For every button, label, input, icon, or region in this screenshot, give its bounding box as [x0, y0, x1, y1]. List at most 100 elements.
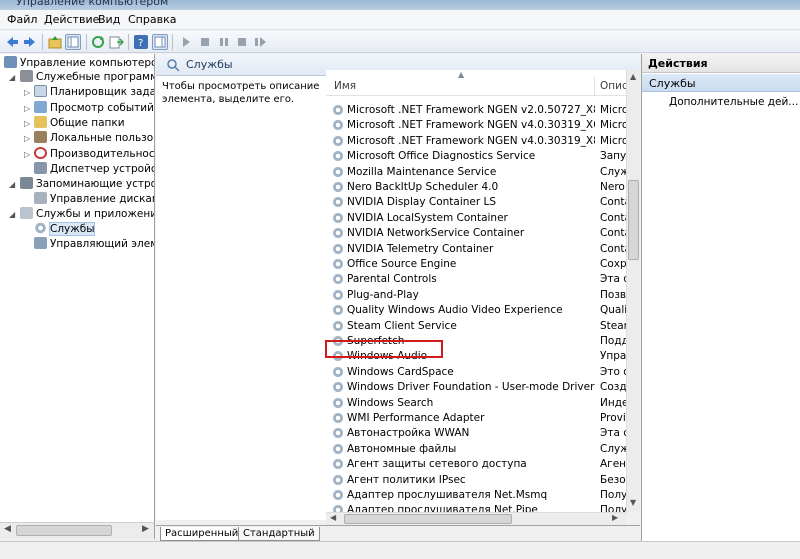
list-header: ▲ Имя Опис [326, 70, 626, 96]
tree-horizontal-scrollbar[interactable]: ◀ ▶ [0, 522, 155, 539]
tree-item-wmi[interactable]: Управляющий элемен [34, 237, 154, 252]
gear-icon [332, 381, 344, 394]
services-pane-title: Службы [186, 58, 233, 71]
restart-service-icon[interactable] [252, 34, 268, 50]
collapse-icon[interactable]: ◢ [9, 180, 15, 189]
menu-file[interactable]: Файл [7, 13, 37, 26]
title-bar: Управление компьютером [0, 0, 800, 10]
list-vscroll-thumb[interactable] [628, 180, 639, 260]
pause-service-icon[interactable] [216, 34, 232, 50]
service-row[interactable]: WMI Performance Adapter Provi [326, 411, 626, 426]
service-row[interactable]: Автонастройка WWAN Эта с [326, 426, 626, 441]
tree-item-scheduler[interactable]: Планировщик заданий [34, 85, 154, 100]
list-horizontal-scrollbar[interactable]: ◀ ▶ [326, 512, 626, 525]
start-service-icon[interactable] [178, 34, 194, 50]
service-row[interactable]: Steam Client Service Steam [326, 319, 626, 334]
service-name: Агент политики IPsec [347, 473, 466, 486]
forward-icon[interactable] [22, 34, 38, 50]
scroll-right-icon[interactable]: ▶ [612, 513, 618, 522]
menu-action[interactable]: Действие [44, 13, 99, 26]
tree-item-device-manager[interactable]: Диспетчер устройств [34, 162, 154, 177]
service-row[interactable]: Windows Search Инде [326, 396, 626, 411]
service-row[interactable]: Адаптер прослушивателя Net.Msmq Полу [326, 488, 626, 503]
service-row[interactable]: Автономные файлы Служ [326, 442, 626, 457]
column-header-name[interactable]: Имя [334, 80, 356, 92]
tree-item-disk-management[interactable]: Управление дисками [34, 192, 154, 207]
scroll-right-icon[interactable]: ▶ [142, 524, 149, 534]
menu-help[interactable]: Справка [128, 13, 176, 26]
tab-standard[interactable]: Стандартный [238, 527, 320, 541]
gear-icon [332, 504, 344, 512]
service-row[interactable]: Агент защиты сетевого доступа Агент [326, 457, 626, 472]
service-row[interactable]: Microsoft .NET Framework NGEN v4.0.30319… [326, 118, 626, 133]
service-row[interactable]: Plug-and-Play Позв [326, 288, 626, 303]
status-bar [0, 541, 800, 559]
collapse-icon[interactable]: ◢ [9, 73, 15, 82]
service-row[interactable]: Nero BackItUp Scheduler 4.0 Nero [326, 180, 626, 195]
service-row[interactable]: Office Source Engine Сохра [326, 257, 626, 272]
sort-ascending-icon: ▲ [458, 70, 465, 79]
column-header-description[interactable]: Опис [600, 80, 626, 92]
users-icon [34, 131, 47, 143]
service-row[interactable]: Microsoft .NET Framework NGEN v4.0.30319… [326, 134, 626, 149]
storage-icon [20, 177, 33, 189]
stop-service-icon[interactable] [197, 34, 213, 50]
service-row[interactable]: Quality Windows Audio Video Experience Qu… [326, 303, 626, 318]
tree-scroll-thumb[interactable] [16, 525, 112, 536]
expand-icon[interactable]: ▷ [24, 150, 30, 159]
up-folder-icon[interactable] [47, 34, 63, 50]
list-hscroll-thumb[interactable] [344, 514, 512, 524]
list-vertical-scrollbar[interactable]: ▲ ▼ [626, 70, 640, 512]
scroll-left-icon[interactable]: ◀ [4, 524, 11, 534]
refresh-icon[interactable] [90, 34, 106, 50]
service-row[interactable]: Mozilla Maintenance Service Служ [326, 165, 626, 180]
service-name: NVIDIA LocalSystem Container [347, 211, 508, 224]
scroll-left-icon[interactable]: ◀ [330, 513, 336, 522]
gear-icon [332, 427, 344, 440]
back-icon[interactable] [4, 34, 20, 50]
service-row[interactable]: NVIDIA Telemetry Container Conta [326, 242, 626, 257]
expand-icon[interactable]: ▷ [24, 134, 30, 143]
gear-icon [332, 489, 344, 501]
tree-item-storage[interactable]: Запоминающие устройст [20, 177, 154, 192]
service-row[interactable]: Parental Controls Эта с [326, 272, 626, 287]
tree-item-tools[interactable]: Служебные программы [20, 70, 154, 85]
service-row[interactable]: Windows CardSpace Это о [326, 365, 626, 380]
service-row[interactable]: Адаптер прослушивателя Net.Pipe Полу [326, 503, 626, 512]
service-row[interactable]: NVIDIA Display Container LS Conta [326, 195, 626, 210]
show-tree-icon[interactable] [65, 34, 81, 50]
more-actions-item[interactable]: Дополнительные дей... [669, 96, 798, 108]
show-action-pane-icon[interactable] [152, 34, 168, 50]
export-icon[interactable] [108, 34, 125, 50]
tree-item-services[interactable]: Службы [34, 222, 96, 237]
service-row[interactable]: Агент политики IPsec Безоп [326, 473, 626, 488]
actions-group-services[interactable]: Службы [642, 74, 800, 92]
tree-root[interactable]: Управление компьютером (л [4, 56, 154, 71]
service-row[interactable]: NVIDIA LocalSystem Container Conta [326, 211, 626, 226]
service-row[interactable]: NVIDIA NetworkService Container Conta [326, 226, 626, 241]
tree-item-performance[interactable]: Производительность [34, 147, 154, 162]
expand-icon[interactable]: ▷ [24, 104, 30, 113]
tab-extended[interactable]: Расширенный [160, 527, 244, 541]
service-name: Автономные файлы [347, 442, 457, 455]
service-row[interactable]: Microsoft Office Diagnostics Service Запу… [326, 149, 626, 164]
stop-service-icon-2[interactable] [234, 34, 250, 50]
help-icon[interactable]: ? [133, 34, 149, 50]
service-description: Сохра [600, 258, 626, 270]
service-row[interactable]: Windows Driver Foundation - User-mode Dr… [326, 380, 626, 395]
service-name: Автонастройка WWAN [347, 427, 470, 440]
tree-item-events[interactable]: Просмотр событий [34, 101, 154, 116]
service-row[interactable]: Microsoft .NET Framework NGEN v2.0.50727… [326, 103, 626, 118]
tree-item-local-users[interactable]: Локальные пользовате [34, 131, 154, 146]
services-list[interactable]: ▲ Имя Опис Microsoft .NET Framework NGEN… [326, 70, 626, 512]
expand-icon[interactable]: ▷ [24, 88, 30, 97]
scroll-up-icon[interactable]: ▲ [630, 72, 636, 81]
scroll-down-icon[interactable]: ▼ [630, 498, 636, 507]
performance-icon [34, 147, 47, 159]
collapse-icon[interactable]: ◢ [9, 210, 15, 219]
tree-item-shared-folders[interactable]: Общие папки [34, 116, 125, 131]
expand-icon[interactable]: ▷ [24, 119, 30, 128]
menu-view[interactable]: Вид [98, 13, 120, 26]
gear-icon [332, 104, 344, 116]
tree-item-services-apps[interactable]: Службы и приложения [20, 207, 154, 222]
